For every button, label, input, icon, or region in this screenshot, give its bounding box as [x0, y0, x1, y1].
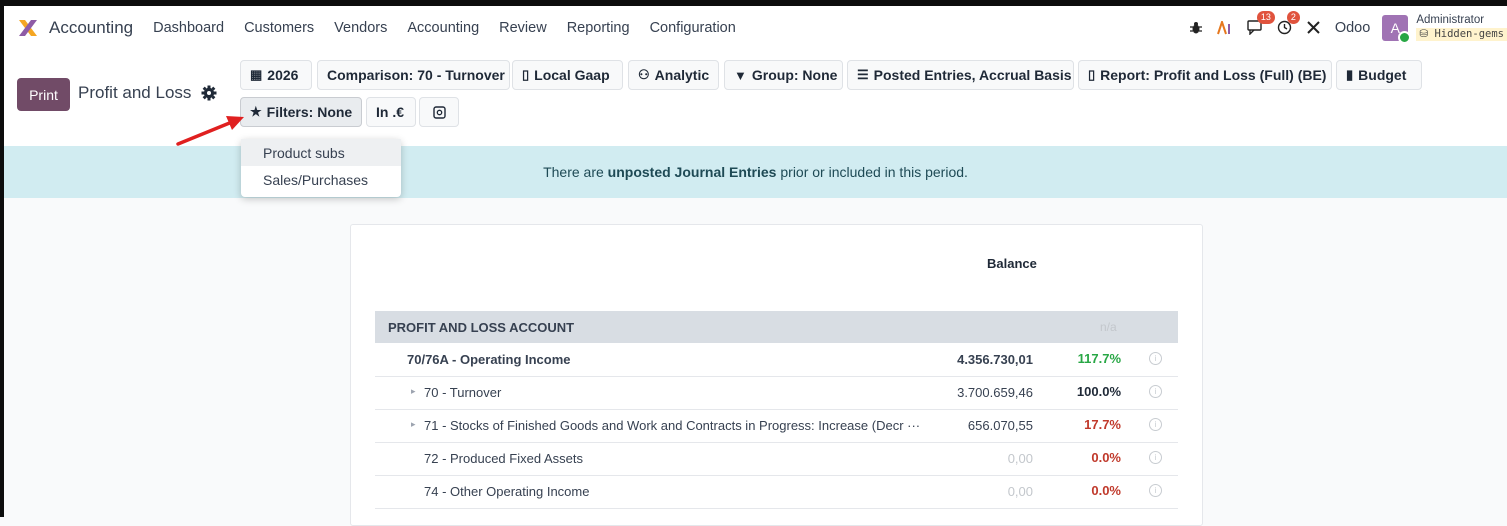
menu-reporting[interactable]: Reporting: [567, 20, 630, 36]
systray: 13 2 Odoo A Administrator ⛁ Hidden-gems: [1189, 6, 1507, 49]
menu-configuration[interactable]: Configuration: [650, 20, 736, 36]
gear-icon[interactable]: [201, 85, 217, 101]
bar-chart-icon: ▮: [1346, 67, 1354, 82]
user-name: Administrator: [1416, 14, 1485, 26]
balance-column-header: Balance: [987, 256, 1037, 271]
line-balance: 0,00: [1007, 484, 1033, 499]
activities-count-badge: 2: [1286, 11, 1300, 24]
rounding-label: In .€: [376, 104, 405, 120]
analytic-filter-label: Analytic: [654, 67, 710, 83]
local-gaap-label: Local Gaap: [534, 67, 610, 83]
user-menu[interactable]: Administrator ⛁ Hidden-gems: [1416, 14, 1507, 41]
book-icon: ▯: [522, 67, 530, 82]
line-balance: 3.700.659,46: [957, 385, 1033, 400]
info-icon[interactable]: i: [1149, 484, 1162, 497]
filters-button[interactable]: ★ Filters: None: [240, 97, 362, 127]
expand-caret-icon[interactable]: ▸: [411, 386, 416, 397]
line-percentage: 0.0%: [1091, 483, 1121, 498]
line-percentage: 100.0%: [1076, 384, 1121, 399]
info-icon[interactable]: i: [1149, 418, 1162, 431]
report-line-turnover[interactable]: ▸ 70 - Turnover 3.700.659,46 100.0% i: [375, 376, 1178, 410]
line-balance: 656.070,55: [967, 418, 1033, 433]
page-title: Profit and Loss: [78, 83, 192, 102]
report-variant-label: Report: Profit and Loss (Full) (BE): [1100, 67, 1327, 83]
line-label: 70/76A - Operating Income: [407, 352, 571, 367]
line-percentage: 0.0%: [1091, 450, 1121, 465]
banner-prefix: There are: [543, 164, 608, 180]
accounting-app-icon: [19, 19, 37, 36]
print-button[interactable]: Print: [17, 78, 70, 111]
budget-button[interactable]: ▮ Budget: [1336, 60, 1422, 90]
entries-filter-button[interactable]: ☰ Posted Entries, Accrual Basis: [847, 60, 1074, 90]
line-percentage: 117.7%: [1077, 351, 1121, 366]
debug-bug-icon[interactable]: [1189, 21, 1203, 35]
calendar-icon: ▦: [250, 67, 263, 82]
line-label: 71 - Stocks of Finished Goods and Work a…: [424, 418, 921, 433]
dropdown-item-sales-purchases[interactable]: Sales/Purchases: [241, 166, 401, 193]
users-icon: ⚇: [638, 67, 650, 82]
report-line-stocks[interactable]: ▸ 71 - Stocks of Finished Goods and Work…: [375, 409, 1178, 443]
section-label: PROFIT AND LOSS ACCOUNT: [388, 319, 575, 335]
tools-icon[interactable]: [1306, 20, 1321, 35]
report-line-operating-income[interactable]: 70/76A - Operating Income 4.356.730,01 1…: [375, 343, 1178, 377]
app-name: Accounting: [49, 17, 134, 37]
info-icon[interactable]: i: [1149, 385, 1162, 398]
report-sheet: Balance PROFIT AND LOSS ACCOUNT n/a 70/7…: [350, 224, 1203, 526]
entries-filter-label: Posted Entries, Accrual Basis: [873, 67, 1072, 83]
line-label: 72 - Produced Fixed Assets: [424, 451, 583, 466]
messages-count-badge: 13: [1256, 11, 1275, 24]
database-badge: ⛁ Hidden-gems: [1416, 28, 1507, 41]
local-gaap-button[interactable]: ▯ Local Gaap: [512, 60, 623, 90]
info-icon[interactable]: i: [1149, 451, 1162, 464]
rounding-button[interactable]: In .€: [366, 97, 416, 127]
main-navbar: Accounting Dashboard Customers Vendors A…: [4, 6, 1507, 49]
online-status-dot: [1398, 30, 1412, 44]
ai-icon[interactable]: [1216, 20, 1233, 35]
menu-review[interactable]: Review: [499, 20, 547, 36]
report-line-other-operating-income[interactable]: 74 - Other Operating Income 0,00 0.0% i: [375, 475, 1178, 509]
budget-label: Budget: [1358, 67, 1407, 83]
expand-caret-icon[interactable]: ▸: [411, 419, 416, 430]
database-name: Hidden-gems: [1434, 28, 1504, 40]
report-book-icon: ▯: [1088, 67, 1096, 82]
hide-lines-icon: [432, 105, 446, 119]
line-balance: 0,00: [1007, 451, 1033, 466]
line-balance: 4.356.730,01: [957, 352, 1033, 367]
sliders-icon: ☰: [857, 67, 869, 82]
banner-suffix: prior or included in this period.: [776, 164, 968, 180]
date-filter-label: 2026: [267, 67, 299, 83]
app-brand[interactable]: Accounting: [16, 16, 153, 40]
filters-label: Filters: None: [266, 104, 353, 120]
comparison-filter-button[interactable]: Comparison: 70 - Turnover: [317, 60, 510, 90]
dropdown-item-product-subs[interactable]: Product subs: [241, 139, 401, 166]
info-icon[interactable]: i: [1149, 352, 1162, 365]
unposted-entries-banner: There are unposted Journal Entries prior…: [4, 146, 1507, 198]
filters-dropdown: Product subs Sales/Purchases: [241, 139, 401, 197]
line-label: 70 - Turnover: [424, 385, 502, 400]
activities-clock-icon[interactable]: 2: [1277, 11, 1300, 35]
section-extra: n/a: [1100, 320, 1117, 334]
comparison-filter-label: Comparison: 70 - Turnover: [327, 67, 505, 83]
unposted-entries-link[interactable]: unposted Journal Entries: [608, 164, 777, 180]
user-avatar[interactable]: A: [1382, 14, 1412, 44]
group-filter-label: Group: None: [751, 67, 838, 83]
analytic-filter-button[interactable]: ⚇ Analytic: [628, 60, 719, 90]
menu-accounting[interactable]: Accounting: [407, 20, 479, 36]
menu-vendors[interactable]: Vendors: [334, 20, 387, 36]
menu-dashboard[interactable]: Dashboard: [153, 20, 224, 36]
line-percentage: 17.7%: [1084, 417, 1121, 432]
report-variant-button[interactable]: ▯ Report: Profit and Loss (Full) (BE): [1078, 60, 1332, 90]
hide-zero-lines-button[interactable]: [419, 97, 459, 127]
funnel-icon: ▼: [734, 67, 747, 83]
section-header-row: PROFIT AND LOSS ACCOUNT n/a: [375, 311, 1178, 343]
top-menu: Dashboard Customers Vendors Accounting R…: [153, 20, 756, 36]
group-filter-button[interactable]: ▼ Group: None: [724, 60, 843, 90]
company-switcher[interactable]: Odoo: [1335, 20, 1370, 36]
report-line-produced-fixed-assets[interactable]: 72 - Produced Fixed Assets 0,00 0.0% i: [375, 442, 1178, 476]
menu-customers[interactable]: Customers: [244, 20, 314, 36]
messages-icon[interactable]: 13: [1247, 11, 1275, 35]
date-filter-button[interactable]: ▦ 2026: [240, 60, 312, 90]
line-label: 74 - Other Operating Income: [424, 484, 590, 499]
